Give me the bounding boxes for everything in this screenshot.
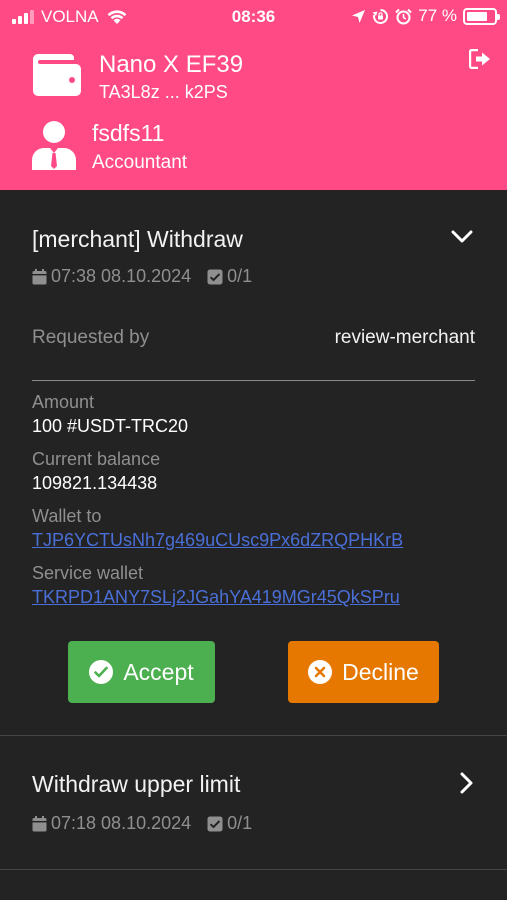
location-arrow-icon bbox=[352, 9, 366, 23]
request-title[interactable]: [merchant] Withdraw bbox=[32, 226, 243, 253]
wallet-to-label: Wallet to bbox=[32, 506, 102, 526]
decline-button[interactable]: Decline bbox=[288, 641, 439, 703]
balance-value: 109821.134438 bbox=[32, 473, 158, 493]
requested-by-value: review-merchant bbox=[334, 327, 475, 348]
request-meta: 07:38 08.10.2024 0/1 bbox=[32, 266, 252, 287]
user-icon bbox=[32, 121, 76, 170]
alarm-icon bbox=[395, 8, 412, 24]
user-name: fsdfs11 bbox=[92, 120, 165, 146]
wallet-icon bbox=[33, 54, 81, 96]
logout-icon[interactable] bbox=[469, 49, 491, 69]
accept-label: Accept bbox=[123, 658, 194, 685]
x-circle-icon bbox=[308, 660, 333, 684]
check-circle-icon bbox=[89, 660, 114, 684]
accept-button[interactable]: Accept bbox=[68, 641, 215, 703]
battery-icon bbox=[463, 7, 500, 25]
request-approvals: 0/1 bbox=[227, 813, 253, 833]
request-datetime: 07:38 08.10.2024 bbox=[51, 266, 192, 286]
wallet-to-link[interactable]: TJP6YCTUsNh7g469uCUsc9Px6dZRQPHKrB bbox=[32, 530, 403, 551]
card-divider bbox=[0, 869, 507, 870]
request-meta: 07:18 08.10.2024 0/1 bbox=[32, 813, 252, 834]
checkbox-icon bbox=[207, 816, 223, 831]
app-header: Nano X EF39 TA3L8z ... k2PS fsdfs11 Acco… bbox=[0, 32, 507, 190]
amount-label: Amount bbox=[32, 392, 95, 412]
chevron-down-icon[interactable] bbox=[451, 230, 473, 244]
checkbox-icon bbox=[207, 269, 223, 284]
request-title[interactable]: Withdraw upper limit bbox=[32, 771, 240, 798]
calendar-icon bbox=[32, 815, 47, 831]
rotation-lock-icon bbox=[372, 8, 389, 24]
card-divider bbox=[0, 735, 507, 736]
battery-percent: 77 % bbox=[418, 6, 457, 25]
status-bar: VOLNA 08:36 77 % bbox=[0, 0, 507, 32]
chevron-right-icon[interactable] bbox=[460, 772, 474, 794]
request-datetime: 07:18 08.10.2024 bbox=[51, 813, 192, 833]
service-wallet-label: Service wallet bbox=[32, 563, 144, 583]
status-right: 77 % bbox=[351, 6, 500, 26]
service-wallet-link[interactable]: TKRPD1ANY7SLj2JGahYA419MGr45QkSPru bbox=[32, 587, 400, 608]
balance-label: Current balance bbox=[32, 449, 161, 469]
amount-value: 100 #USDT-TRC20 bbox=[32, 416, 189, 436]
request-approvals: 0/1 bbox=[227, 266, 253, 286]
user-role: Accountant bbox=[92, 152, 188, 173]
requested-by-label: Requested by bbox=[32, 327, 150, 348]
device-address: TA3L8z ... k2PS bbox=[99, 82, 228, 102]
device-name: Nano X EF39 bbox=[99, 51, 244, 78]
calendar-icon bbox=[32, 268, 47, 284]
decline-label: Decline bbox=[342, 658, 419, 685]
separator bbox=[32, 380, 475, 381]
